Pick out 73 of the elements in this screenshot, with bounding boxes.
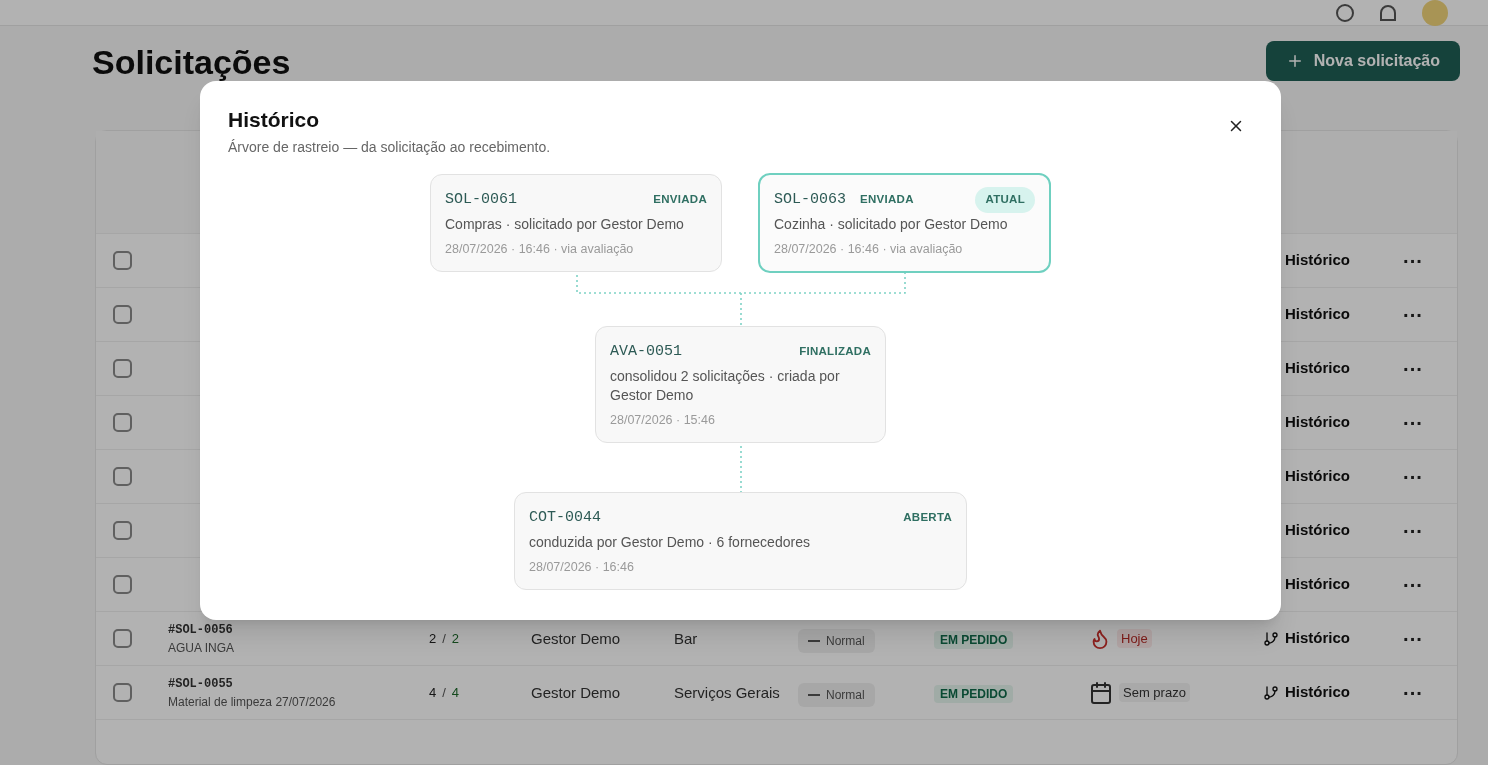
- node-description: consolidou 2 solicitações · criada por Gestor Demo: [610, 367, 841, 405]
- priority-badge: Normal: [798, 628, 875, 653]
- status-badge: EM PEDIDO: [934, 684, 1014, 703]
- branch-icon: [1263, 684, 1279, 701]
- node-timestamp: 28/07/2026 · 15:46: [610, 412, 716, 429]
- request-name: Material de limpeza 27/07/2026: [168, 693, 337, 711]
- row-checkbox[interactable]: [113, 683, 132, 702]
- history-link[interactable]: Histórico: [1263, 303, 1401, 326]
- quantity-done: 4: [451, 683, 460, 702]
- status-label: ENVIADA: [860, 192, 914, 208]
- dialog-title: Histórico: [228, 107, 320, 133]
- row-menu-button[interactable]: ···: [1401, 250, 1457, 271]
- request-code: #SOL-0056: [168, 621, 234, 639]
- requester: Gestor Demo: [531, 629, 621, 647]
- row-menu-button[interactable]: ···: [1401, 574, 1457, 595]
- new-request-button[interactable]: Nova solicitação: [1265, 41, 1460, 81]
- history-link[interactable]: Histórico: [1263, 411, 1401, 434]
- node-description: Cozinha · solicitado por Gestor Demo: [774, 215, 1009, 234]
- status-badge: EM PEDIDO: [934, 630, 1014, 649]
- row-menu-button[interactable]: ···: [1401, 466, 1457, 487]
- row-checkbox[interactable]: [113, 251, 132, 270]
- history-link[interactable]: Histórico: [1263, 627, 1401, 650]
- requester: Gestor Demo: [531, 683, 621, 701]
- node-timestamp: 28/07/2026 · 16:46 · via avaliação: [445, 241, 635, 258]
- request-code: #SOL-0055: [168, 675, 234, 693]
- row-checkbox[interactable]: [113, 575, 132, 594]
- status-label: ABERTA: [903, 510, 952, 526]
- row-menu-button[interactable]: ···: [1401, 628, 1457, 649]
- row-checkbox[interactable]: [113, 521, 132, 540]
- current-badge: ATUAL: [975, 187, 1035, 213]
- history-link[interactable]: Histórico: [1263, 357, 1401, 380]
- branch-icon: [1263, 630, 1279, 647]
- row-checkbox[interactable]: [113, 305, 132, 324]
- history-link[interactable]: Histórico: [1263, 573, 1401, 596]
- dialog-subtitle: Árvore de rastreio — da solicitação ao recebimento.: [228, 138, 551, 157]
- node-timestamp: 28/07/2026 · 16:46: [529, 559, 635, 576]
- sector: Bar: [674, 629, 698, 647]
- row-checkbox[interactable]: [113, 467, 132, 486]
- history-link[interactable]: Histórico: [1263, 681, 1401, 704]
- row-menu-button[interactable]: ···: [1401, 412, 1457, 433]
- sector: Serviços Gerais: [674, 683, 780, 701]
- row-checkbox[interactable]: [113, 629, 132, 648]
- node-code: SOL-0063: [774, 189, 846, 210]
- status-label: ENVIADA: [653, 192, 707, 208]
- quantity-separator: /: [442, 629, 446, 648]
- deadline-label: Hoje: [1117, 628, 1152, 649]
- node-code: COT-0044: [529, 507, 601, 528]
- status-label: FINALIZADA: [799, 344, 871, 360]
- quantity: 4: [429, 683, 437, 702]
- calendar-icon: [1089, 680, 1113, 705]
- priority-badge: Normal: [798, 682, 875, 707]
- node-code: SOL-0061: [445, 189, 517, 210]
- row-menu-button[interactable]: ···: [1401, 520, 1457, 541]
- quantity: 2: [429, 629, 437, 648]
- row-checkbox[interactable]: [113, 359, 132, 378]
- node-code: AVA-0051: [610, 341, 682, 362]
- row-menu-button[interactable]: ···: [1401, 682, 1457, 703]
- page-title: Solicitações: [92, 42, 291, 82]
- node-description: conduzida por Gestor Demo · 6 fornecedores: [529, 533, 811, 552]
- node-timestamp: 28/07/2026 · 16:46 · via avaliação: [774, 241, 964, 258]
- history-link[interactable]: Histórico: [1263, 249, 1401, 272]
- quantity-done: 2: [451, 629, 460, 648]
- help-icon[interactable]: [1336, 3, 1354, 22]
- deadline-label: Sem prazo: [1119, 682, 1190, 703]
- node-description: Compras · solicitado por Gestor Demo: [445, 215, 685, 234]
- history-link[interactable]: Histórico: [1263, 465, 1401, 488]
- quantity-separator: /: [442, 683, 446, 702]
- bell-icon[interactable]: [1380, 4, 1396, 21]
- history-link[interactable]: Histórico: [1263, 519, 1401, 542]
- request-name: AGUA INGA: [168, 639, 236, 657]
- row-menu-button[interactable]: ···: [1401, 304, 1457, 325]
- row-menu-button[interactable]: ···: [1401, 358, 1457, 379]
- row-checkbox[interactable]: [113, 413, 132, 432]
